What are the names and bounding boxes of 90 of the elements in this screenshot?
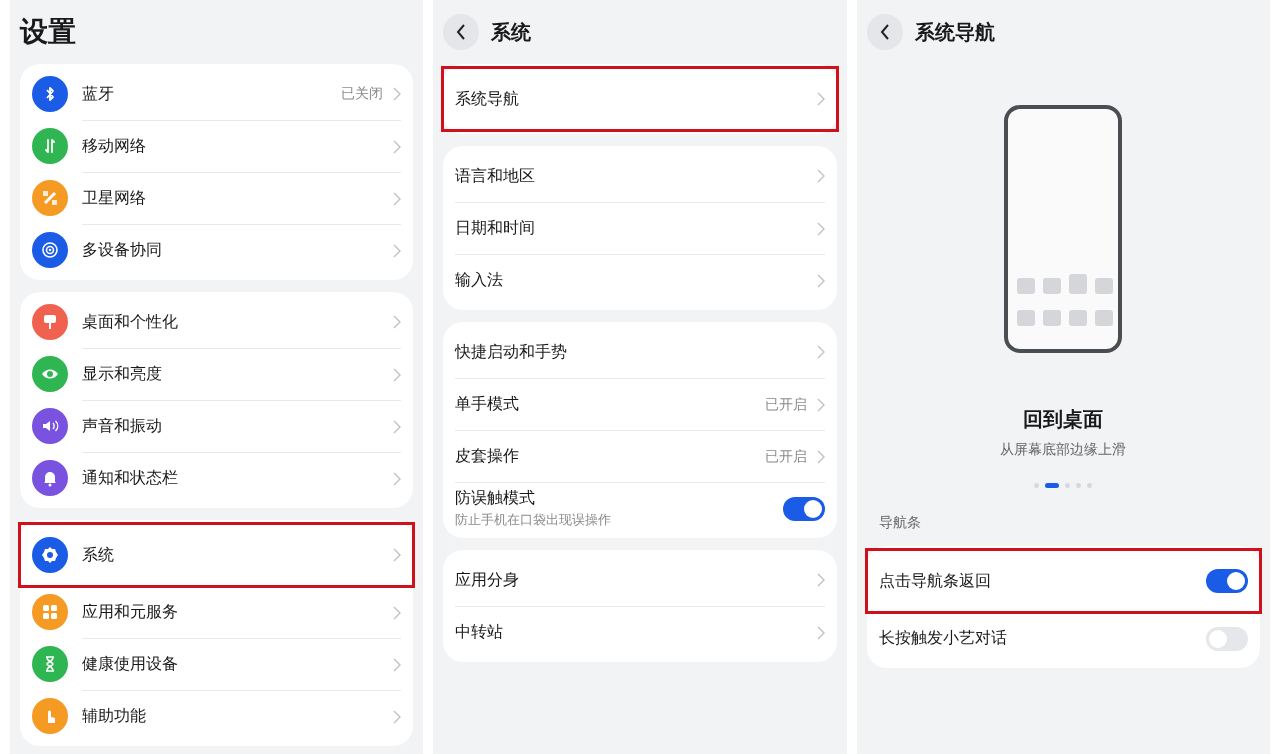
toggle-switch[interactable]	[1206, 569, 1248, 593]
setting-label: 移动网络	[82, 136, 147, 157]
chevron-right-icon	[816, 449, 825, 464]
chevron-right-icon	[393, 191, 402, 206]
setting-row[interactable]: 皮套操作 已开启	[455, 430, 825, 482]
setting-row[interactable]: 日期和时间	[455, 202, 825, 254]
page-indicator-dot[interactable]	[1076, 483, 1082, 488]
setting-description: 防止手机在口袋出现误操作	[455, 511, 613, 529]
setting-label: 输入法	[455, 270, 505, 291]
page-title: 系统	[491, 18, 532, 46]
page-title: 设置	[20, 14, 76, 50]
highlighted-setting-row[interactable]: 点击导航条返回	[866, 550, 1260, 612]
toggle-switch[interactable]	[1206, 626, 1248, 651]
chevron-right-icon	[393, 657, 402, 672]
setting-label: 防误触模式	[455, 488, 537, 509]
setting-label: 辅助功能	[82, 706, 147, 727]
setting-label: 多设备协同	[82, 240, 163, 261]
section-label: 导航条	[878, 514, 922, 532]
setting-label: 应用分身	[455, 569, 521, 591]
setting-label: 显示和亮度	[82, 364, 163, 385]
setting-row[interactable]: 多设备协同	[32, 224, 402, 276]
setting-label: 语言和地区	[455, 165, 537, 187]
setting-label: 通知和状态栏	[82, 468, 179, 489]
setting-row[interactable]: 长按触发小艺对话	[878, 612, 1248, 664]
setting-label: 长按触发小艺对话	[878, 628, 1008, 649]
chevron-right-icon	[816, 169, 825, 183]
chevron-right-icon	[393, 605, 402, 620]
back-button[interactable]	[866, 14, 903, 50]
setting-label: 桌面和个性化	[82, 311, 179, 333]
setting-row[interactable]: 显示和亮度	[32, 348, 402, 400]
chevron-right-icon	[393, 315, 402, 329]
setting-row[interactable]: 健康使用设备	[32, 638, 402, 690]
chevron-right-icon	[393, 709, 402, 724]
setting-label: 单手模式	[455, 394, 521, 415]
chevron-right-icon	[393, 243, 402, 258]
back-icon	[879, 24, 890, 40]
setting-value: 已开启	[764, 395, 807, 414]
setting-label: 系统导航	[455, 88, 521, 110]
chevron-right-icon	[816, 273, 825, 288]
chevron-right-icon	[816, 221, 825, 236]
setting-row[interactable]: 卫星网络	[32, 172, 402, 224]
setting-row[interactable]: 移动网络	[32, 120, 402, 172]
setting-row[interactable]: 单手模式 已开启	[455, 378, 825, 430]
setting-row[interactable]: 辅助功能	[32, 690, 402, 742]
gesture-description: 从屏幕底部边缘上滑	[1000, 441, 1127, 459]
chevron-right-icon	[393, 419, 402, 434]
setting-label: 日期和时间	[455, 218, 537, 239]
highlighted-setting-row[interactable]: 系统导航	[443, 68, 837, 130]
setting-row[interactable]: 中转站	[455, 606, 825, 658]
setting-row[interactable]: 输入法	[455, 254, 825, 306]
setting-label: 声音和振动	[82, 416, 163, 437]
setting-row[interactable]: 蓝牙 已关闭	[32, 68, 402, 120]
back-icon	[456, 24, 467, 40]
setting-value: 已开启	[764, 447, 807, 466]
setting-label: 卫星网络	[82, 188, 147, 209]
setting-label: 中转站	[455, 622, 505, 643]
chevron-right-icon	[816, 92, 825, 106]
setting-label: 皮套操作	[455, 446, 521, 467]
chevron-right-icon	[816, 625, 825, 640]
toggle-switch[interactable]	[782, 496, 825, 521]
setting-row[interactable]: 快捷启动和手势	[455, 326, 825, 378]
setting-label: 应用和元服务	[82, 602, 179, 623]
setting-label: 点击导航条返回	[878, 570, 992, 592]
chevron-right-icon	[393, 548, 402, 562]
setting-label: 蓝牙	[82, 83, 115, 105]
chevron-right-icon	[393, 471, 402, 486]
setting-row[interactable]: 应用和元服务	[32, 586, 402, 638]
page-indicator-dot[interactable]	[1034, 483, 1040, 488]
chevron-right-icon	[393, 87, 402, 101]
setting-row[interactable]: 声音和振动	[32, 400, 402, 452]
setting-row[interactable]: 通知和状态栏	[32, 452, 402, 504]
back-button[interactable]	[443, 14, 480, 50]
setting-row[interactable]: 桌面和个性化	[32, 296, 402, 348]
setting-label: 健康使用设备	[82, 654, 179, 675]
setting-label: 快捷启动和手势	[455, 341, 569, 363]
chevron-right-icon	[816, 345, 825, 359]
setting-row[interactable]: 语言和地区	[455, 150, 825, 202]
chevron-right-icon	[393, 367, 402, 382]
page-indicator-dot[interactable]	[1087, 483, 1093, 488]
chevron-right-icon	[816, 573, 825, 587]
chevron-right-icon	[816, 397, 825, 412]
chevron-right-icon	[393, 139, 402, 154]
highlighted-setting-row[interactable]: 系统	[20, 524, 414, 586]
page-title: 系统导航	[914, 18, 995, 46]
page-indicator-dot[interactable]	[1065, 483, 1071, 488]
setting-row[interactable]: 应用分身	[455, 554, 825, 606]
gesture-title: 回到桌面	[1023, 406, 1104, 433]
setting-row[interactable]: 防误触模式 防止手机在口袋出现误操作	[455, 482, 825, 534]
setting-label: 系统	[82, 544, 115, 566]
setting-value: 已关闭	[341, 85, 384, 103]
